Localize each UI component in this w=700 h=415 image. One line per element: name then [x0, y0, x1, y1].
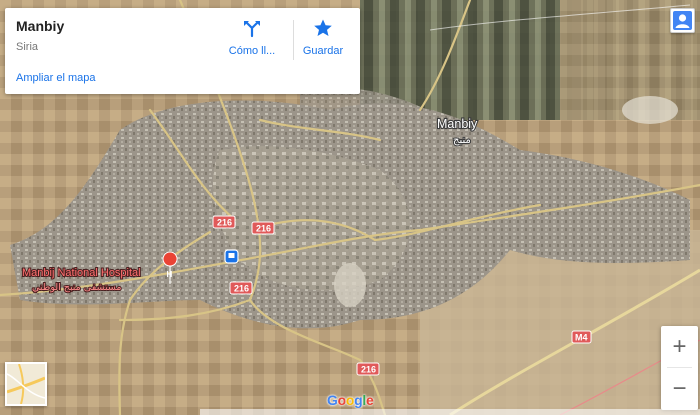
- place-info-card: Manbiy Siria Ampliar el mapa Cómo ll... …: [5, 8, 360, 94]
- road-shield-216-a: 216: [212, 215, 236, 229]
- account-button[interactable]: [670, 8, 695, 33]
- directions-label: Cómo ll...: [228, 45, 276, 57]
- poi-label-arabic: مستشفى منبج الوطني: [32, 282, 121, 293]
- map-thumbnail: [7, 364, 45, 404]
- svg-text:H: H: [167, 270, 173, 279]
- directions-button[interactable]: Cómo ll...: [217, 18, 287, 57]
- attribution-bar: [200, 409, 700, 415]
- svg-text:216: 216: [361, 365, 376, 375]
- transit-station-icon[interactable]: [224, 249, 239, 264]
- place-subtitle: Siria: [16, 41, 39, 53]
- map-layer-toggle[interactable]: [5, 362, 47, 406]
- zoom-in-button[interactable]: +: [661, 326, 698, 367]
- google-logo: Google: [327, 392, 374, 408]
- road-shield-216-c: 216: [229, 281, 253, 295]
- save-button[interactable]: Guardar: [288, 18, 358, 57]
- road-shield-216-d: 216: [356, 362, 380, 376]
- place-title: Manbiy: [16, 18, 65, 34]
- svg-text:216: 216: [217, 218, 232, 228]
- zoom-controls: + −: [661, 326, 698, 410]
- poi-label[interactable]: Manbij National Hospital: [21, 266, 142, 280]
- save-label: Guardar: [302, 45, 344, 57]
- city-label[interactable]: Manbiy: [436, 116, 479, 132]
- enlarge-map-link[interactable]: Ampliar el mapa: [16, 72, 95, 84]
- svg-text:216: 216: [234, 284, 249, 294]
- avatar-icon: [673, 11, 692, 30]
- directions-icon: [244, 21, 260, 38]
- star-icon: [314, 19, 332, 36]
- road-shield-m4: M4: [571, 330, 592, 344]
- svg-text:216: 216: [256, 224, 271, 234]
- zoom-out-button[interactable]: −: [661, 368, 698, 409]
- road-shield-216-b: 216: [251, 221, 275, 235]
- city-label-arabic: منبج: [453, 135, 471, 146]
- svg-text:M4: M4: [575, 333, 588, 343]
